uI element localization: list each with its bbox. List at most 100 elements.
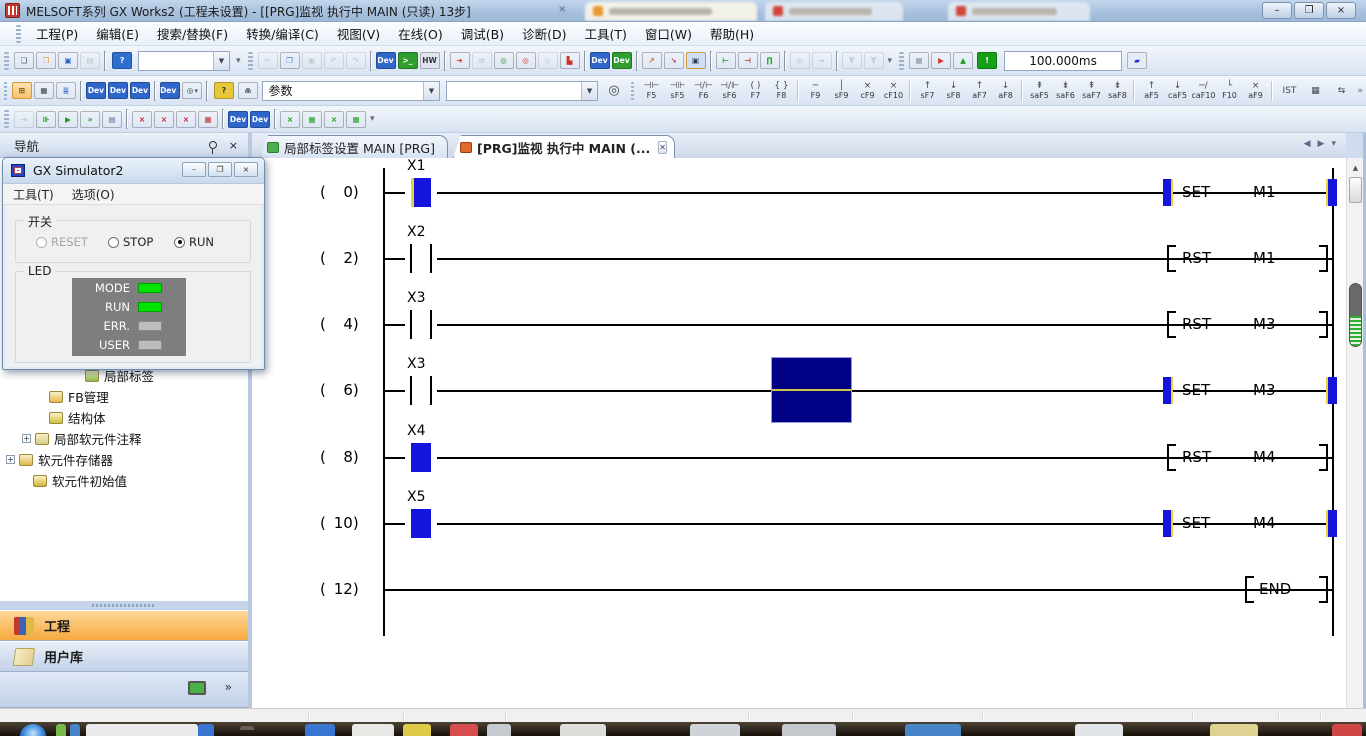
contact-x3[interactable] — [405, 375, 437, 406]
tree-item[interactable]: + 软元件存储器 — [6, 449, 246, 470]
toolbar-button[interactable] — [836, 51, 838, 71]
toolbar-button[interactable] — [636, 51, 638, 71]
nav-toggle-button[interactable]: ⊞ — [12, 82, 32, 99]
monitor-watch-green-button[interactable]: ◎ — [494, 52, 514, 69]
monitor-block-button[interactable]: ▙ — [560, 52, 580, 69]
display-target-button[interactable]: ◎▾ — [182, 82, 202, 99]
project-combo[interactable]: ▼ — [138, 51, 230, 71]
pause-button[interactable]: ⊪ — [36, 111, 56, 128]
ladder-symbol-button[interactable]: ─/caF10 — [1190, 78, 1216, 104]
dev-write-button[interactable]: Dev — [590, 52, 610, 69]
flag-button[interactable]: ▰ — [1127, 52, 1147, 69]
search-device-button[interactable]: ◎ — [602, 80, 626, 102]
tab-scroll-icon[interactable]: ▶ — [1318, 139, 1325, 149]
dev-clear-button[interactable]: Dev — [228, 111, 248, 128]
instruction[interactable]: RST — [1182, 315, 1211, 333]
pin-icon[interactable] — [209, 141, 217, 149]
toolbar-button[interactable] — [154, 81, 156, 101]
simulator-menu-item[interactable]: 工具(T) — [13, 186, 54, 203]
menu-item[interactable]: 工程(P) — [27, 21, 87, 46]
toolbar-button[interactable] — [274, 109, 276, 129]
clear-wrench-2-button[interactable]: × — [154, 111, 174, 128]
branch-a-button[interactable]: Y — [842, 52, 862, 69]
redo-button[interactable]: ↷ — [346, 52, 366, 69]
instruction[interactable]: SET — [1182, 514, 1210, 532]
clear-step-button[interactable]: × — [176, 111, 196, 128]
simulation-info-button[interactable]: ! — [977, 52, 997, 69]
monitor-mode-button[interactable]: ▣ — [686, 52, 706, 69]
tab-close-icon[interactable]: ✕ — [658, 141, 667, 154]
dev-grid-button[interactable]: Dev — [250, 111, 270, 128]
ladder-symbol-button[interactable] — [909, 81, 911, 101]
toolbar-button[interactable] — [444, 51, 446, 71]
monitor-watch-grey-button[interactable]: ◎ — [538, 52, 558, 69]
taskbar-item[interactable] — [450, 724, 478, 736]
help-button[interactable]: ? — [112, 52, 132, 69]
monitor-transfer-button[interactable]: ⇄ — [472, 52, 492, 69]
ladder-symbol-button[interactable]: │sF9 — [828, 78, 854, 104]
taskbar-item[interactable] — [560, 724, 606, 736]
exec-grid-1-button[interactable]: ▦ — [302, 111, 322, 128]
menu-item[interactable]: 窗口(W) — [636, 21, 701, 46]
pulse-button[interactable]: ∏ — [760, 52, 780, 69]
tree-item[interactable]: + 局部软元件注释 — [22, 428, 246, 449]
taskbar-item[interactable] — [487, 724, 511, 736]
connection-destination-icon[interactable] — [188, 681, 206, 695]
taskbar-item[interactable] — [690, 724, 740, 736]
toolbar-button[interactable] — [370, 51, 372, 71]
operand[interactable]: M1 — [1253, 249, 1276, 267]
module-config-button[interactable]: ▦ — [34, 82, 54, 99]
monitor-watch-red-button[interactable]: ◎ — [516, 52, 536, 69]
sidebar-item-project[interactable]: 工程 — [0, 610, 248, 641]
toolbar-button[interactable] — [80, 81, 82, 101]
toolbar-button[interactable] — [126, 109, 128, 129]
switch-radio[interactable]: RUN — [174, 235, 214, 249]
tree-expand-icon[interactable]: + — [22, 434, 31, 443]
menu-item[interactable]: 帮助(H) — [701, 21, 763, 46]
ladder-symbol-button[interactable]: ×aF9 — [1242, 78, 1268, 104]
dev-statement-button[interactable]: Dev — [108, 82, 128, 99]
ladder-symbol-button[interactable]: IST — [1276, 78, 1302, 104]
watch-1-button[interactable]: ◎ — [790, 52, 810, 69]
dev-comment-button[interactable]: Dev — [86, 82, 106, 99]
simulator-menu-item[interactable]: 选项(O) — [72, 186, 115, 203]
menu-item[interactable]: 诊断(D) — [513, 21, 575, 46]
step-run-button[interactable]: » — [80, 111, 100, 128]
toolbar-button[interactable] — [784, 51, 786, 71]
step-grid-button[interactable]: ▦ — [198, 111, 218, 128]
toolbar-button[interactable] — [222, 109, 224, 129]
tree-item[interactable]: 结构体 — [36, 407, 246, 428]
ladder-symbol-button[interactable] — [1271, 81, 1273, 101]
chevron-down-icon[interactable]: ▼ — [423, 82, 439, 100]
tray-icon[interactable] — [70, 724, 80, 736]
grid-button[interactable]: ▦ — [909, 52, 929, 69]
print-button[interactable]: ▤ — [80, 52, 100, 69]
taskbar-item[interactable] — [403, 724, 431, 736]
simulator-window-control-button[interactable]: ❐ — [208, 162, 232, 177]
taskbar-item[interactable] — [1332, 724, 1362, 736]
simulation-run-button[interactable]: ▶ — [931, 52, 951, 69]
instruction[interactable]: RST — [1182, 249, 1211, 267]
tab-local-label-setting[interactable]: 局部标签设置 MAIN [PRG] — [260, 135, 448, 158]
ladder-symbol-button[interactable]: ↓sF8 — [940, 78, 966, 104]
tab-scroll-icon[interactable]: ▾ — [1331, 139, 1336, 149]
program-list-button[interactable]: ≣ — [56, 82, 76, 99]
ladder-symbol-button[interactable]: ×cF9 — [854, 78, 880, 104]
contact-x5-energized[interactable] — [405, 508, 437, 539]
clear-wrench-1-button[interactable]: × — [132, 111, 152, 128]
ladder-symbol-button[interactable]: ↓caF5 — [1164, 78, 1190, 104]
exec-clear-2-button[interactable]: × — [324, 111, 344, 128]
simulation-warn-button[interactable]: ▲ — [953, 52, 973, 69]
taskbar-item[interactable] — [1210, 724, 1258, 736]
chevron-down-icon[interactable]: ▼ — [581, 82, 597, 100]
window-control-button[interactable]: – — [1262, 2, 1292, 19]
open-button[interactable]: ❐ — [36, 52, 56, 69]
ladder-symbol-button[interactable]: ⇞saF7 — [1078, 78, 1104, 104]
switch-radio[interactable]: RESET — [36, 235, 88, 249]
operand[interactable]: M3 — [1253, 315, 1276, 333]
scrollbar-thumb[interactable] — [1349, 177, 1362, 203]
contact-x2[interactable] — [405, 243, 437, 274]
menu-item[interactable]: 调试(B) — [452, 21, 513, 46]
contact-x4-energized[interactable] — [405, 442, 437, 473]
verify-plc-button[interactable]: HW — [420, 52, 440, 69]
